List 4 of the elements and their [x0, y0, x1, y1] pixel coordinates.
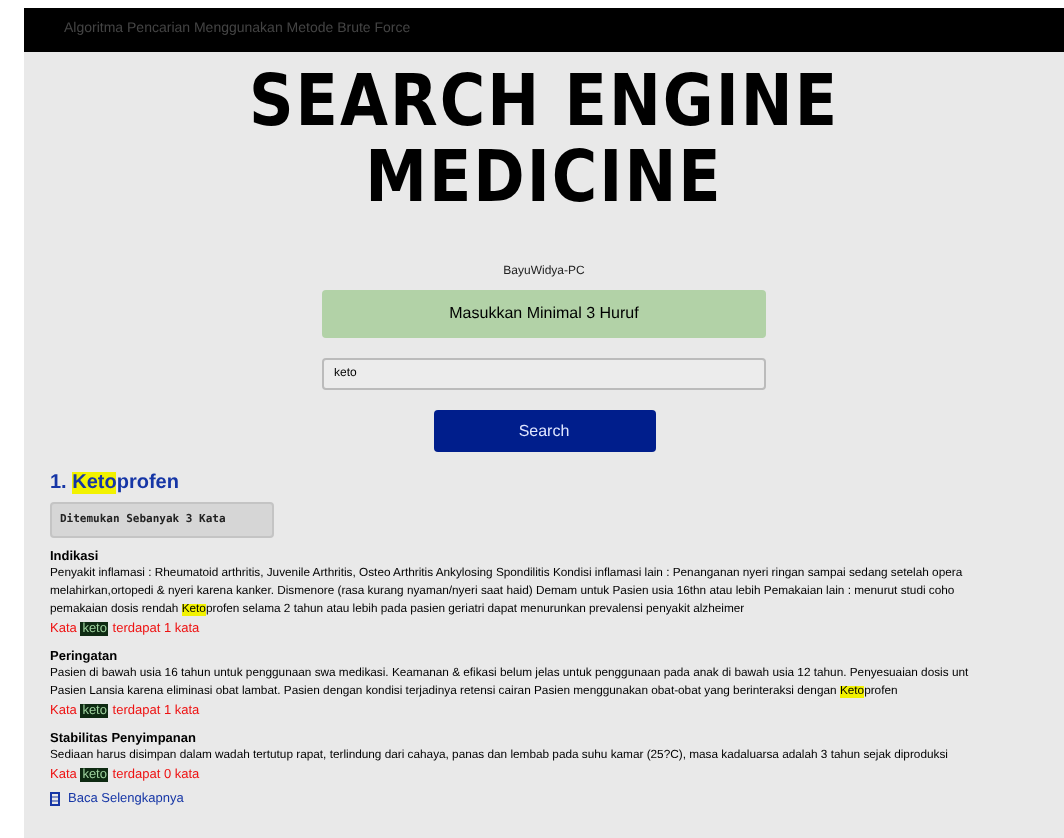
document-icon — [50, 792, 60, 807]
notice-banner: Masukkan Minimal 3 Huruf — [322, 290, 766, 338]
result-title[interactable]: 1. Ketoprofen — [50, 468, 1064, 498]
search-button[interactable]: Search — [433, 410, 655, 452]
